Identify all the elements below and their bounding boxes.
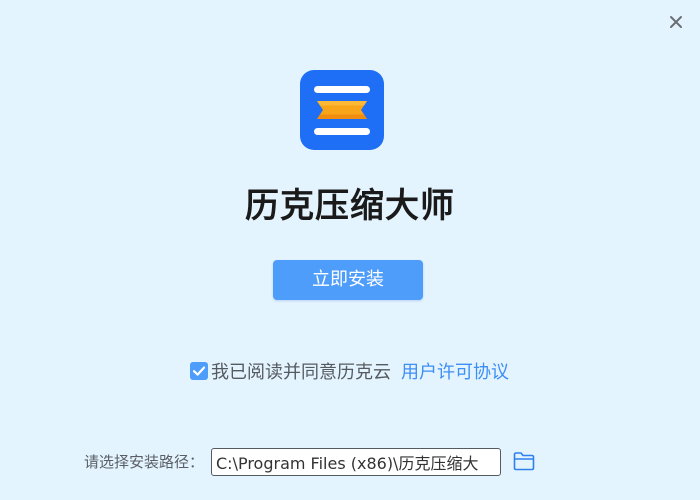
close-button[interactable]	[664, 10, 688, 34]
install-now-button[interactable]: 立即安装	[273, 260, 423, 300]
license-agreement-link[interactable]: 用户许可协议	[401, 358, 509, 384]
checkmark-icon	[192, 366, 206, 376]
agreement-row: 我已阅读并同意历克云 用户许可协议	[190, 359, 509, 383]
installer-window: 历克压缩大师 立即安装 我已阅读并同意历克云 用户许可协议 请选择安装路径：	[0, 0, 700, 500]
app-title: 历克压缩大师	[245, 186, 455, 226]
close-icon	[670, 16, 682, 28]
compressor-logo-icon	[300, 70, 384, 150]
agreement-checkbox[interactable]	[190, 362, 208, 380]
folder-icon	[513, 452, 535, 471]
agreement-text: 我已阅读并同意历克云	[211, 362, 391, 383]
install-path-input[interactable]	[211, 448, 501, 476]
install-path-label: 请选择安装路径：	[84, 453, 205, 471]
browse-folder-button[interactable]	[512, 449, 536, 473]
